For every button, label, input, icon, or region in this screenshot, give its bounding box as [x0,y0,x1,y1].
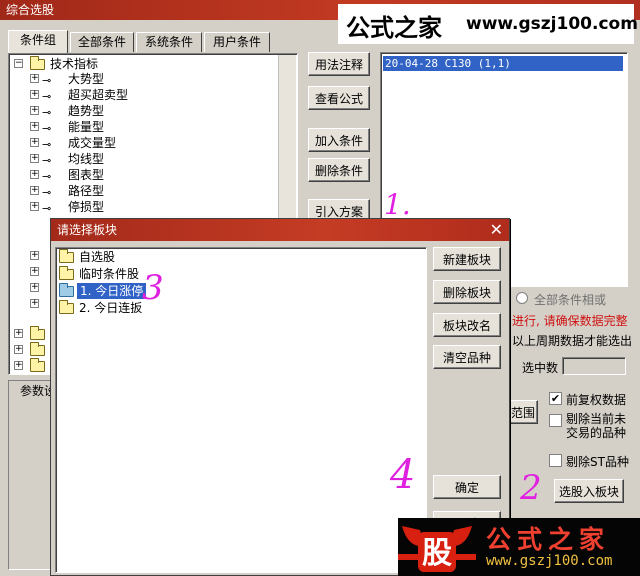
key-icon: ⊸ [42,74,51,87]
expand-icon[interactable]: + [30,299,39,308]
tab-system-conditions[interactable]: 系统条件 [136,32,202,52]
key-icon: ⊸ [42,154,51,167]
tree-item-label: 大势型 [68,72,105,86]
expand-icon[interactable]: + [30,154,39,163]
watermark-logo-char: 股 [422,536,452,571]
expand-icon[interactable]: + [30,267,39,276]
key-icon: ⊸ [42,90,51,103]
expand-icon[interactable]: + [30,122,39,131]
folder-icon [30,56,45,70]
range-button[interactable]: 范围 [508,400,538,424]
view-formula-button[interactable]: 查看公式 [308,86,370,110]
folder-icon [30,342,45,356]
watermark-brand: 公式之家 [486,525,611,554]
key-icon: ⊸ [42,106,51,119]
tab-label: 条件组 [19,33,56,47]
tree-item-label: 超买超卖型 [68,88,129,102]
forward-adjust-checkbox[interactable]: ✔ [549,392,562,405]
folder-icon [59,300,74,314]
key-icon: ⊸ [42,170,51,183]
or-radio[interactable] [516,292,528,304]
key-icon: ⊸ [42,122,51,135]
expand-icon[interactable]: + [14,345,23,354]
folder-icon [59,266,74,280]
expand-icon[interactable]: + [30,170,39,179]
tab-label: 用户条件 [212,35,261,49]
clear-items-button[interactable]: 清空品种 [433,345,501,369]
expand-icon[interactable]: + [14,329,23,338]
key-icon: ⊸ [42,138,51,151]
folder-icon [59,283,74,297]
collapse-icon[interactable]: − [14,59,23,68]
main-window-title: 综合选股 [6,3,55,17]
exclude-untraded-label: 剔除当前未交易的品种 [566,412,627,440]
tree-item-label: 停损型 [68,200,105,214]
annotation-3: 3 [142,268,164,308]
dialog-title-bar: 请选择板块 [51,219,509,241]
selected-count-label: 选中数 [522,361,559,375]
tree-item-label: 能量型 [68,120,105,134]
block-item-label: 1. 今日涨停 [77,283,147,299]
selected-condition-item[interactable]: 20-04-28 C130 (1,1) [383,56,623,71]
watermark-url: www.gszj100.com [486,553,613,569]
new-block-button[interactable]: 新建板块 [433,247,501,271]
tree-item-label: 成交量型 [68,136,117,150]
rename-block-button[interactable]: 板块改名 [433,313,501,337]
expand-icon[interactable]: + [30,138,39,147]
expand-icon[interactable]: + [30,74,39,83]
key-icon: ⊸ [42,186,51,199]
tree-root-label: 技术指标 [50,57,99,71]
close-icon[interactable]: ✕ [490,220,503,240]
watermark-bottom: 股 公式之家 www.gszj100.com [398,518,640,576]
watermark-top: 公式之家 www.gszj100.com [338,4,638,44]
tab-user-conditions[interactable]: 用户条件 [204,32,270,52]
expand-icon[interactable]: + [30,251,39,260]
dialog-title: 请选择板块 [57,223,118,237]
annotation-2: 2 [520,468,542,508]
tree-item-label: 图表型 [68,168,105,182]
data-warning-text: 进行, 请确保数据完整 [512,314,628,328]
add-condition-button[interactable]: 加入条件 [308,128,370,152]
period-note-text: 以上周期数据才能选出 [512,334,633,348]
annotation-4: 4 [390,452,416,498]
tab-all-conditions[interactable]: 全部条件 [70,32,134,52]
all-conditions-or-label: 全部条件相或 [534,293,607,307]
tab-condition-group[interactable]: 条件组 [8,30,68,53]
tree-item-label: 均线型 [68,152,105,166]
folder-icon [59,249,74,263]
folder-icon [30,358,45,372]
expand-icon[interactable]: + [30,283,39,292]
exclude-st-label: 剔除ST品种 [566,455,629,469]
delete-condition-button[interactable]: 删除条件 [308,158,370,182]
annotation-1: 1. [384,188,411,221]
watermark-url: www.gszj100.com [466,14,638,34]
block-item-label: 2. 今日连扳 [79,301,143,315]
exclude-untraded-checkbox[interactable] [549,414,562,427]
usage-notes-button[interactable]: 用法注释 [308,52,370,76]
expand-icon[interactable]: + [30,186,39,195]
expand-icon[interactable]: + [30,202,39,211]
tree-item-label: 趋势型 [68,104,105,118]
confirm-button[interactable]: 确定 [433,475,501,499]
block-item-label: 自选股 [79,250,116,264]
forward-adjust-label: 前复权数据 [566,393,627,407]
watermark-brand: 公式之家 [346,13,442,42]
delete-block-button[interactable]: 删除板块 [433,280,501,304]
key-icon: ⊸ [42,202,51,215]
expand-icon[interactable]: + [14,361,23,370]
block-item-label: 临时条件股 [79,267,140,281]
tab-label: 系统条件 [144,35,193,49]
tree-item-label: 路径型 [68,184,105,198]
select-to-block-button[interactable]: 选股入板块 [554,479,624,503]
expand-icon[interactable]: + [30,106,39,115]
selected-count-field [562,357,626,375]
expand-icon[interactable]: + [30,90,39,99]
exclude-st-checkbox[interactable] [549,454,562,467]
tab-label: 全部条件 [77,35,126,49]
folder-icon [30,326,45,340]
